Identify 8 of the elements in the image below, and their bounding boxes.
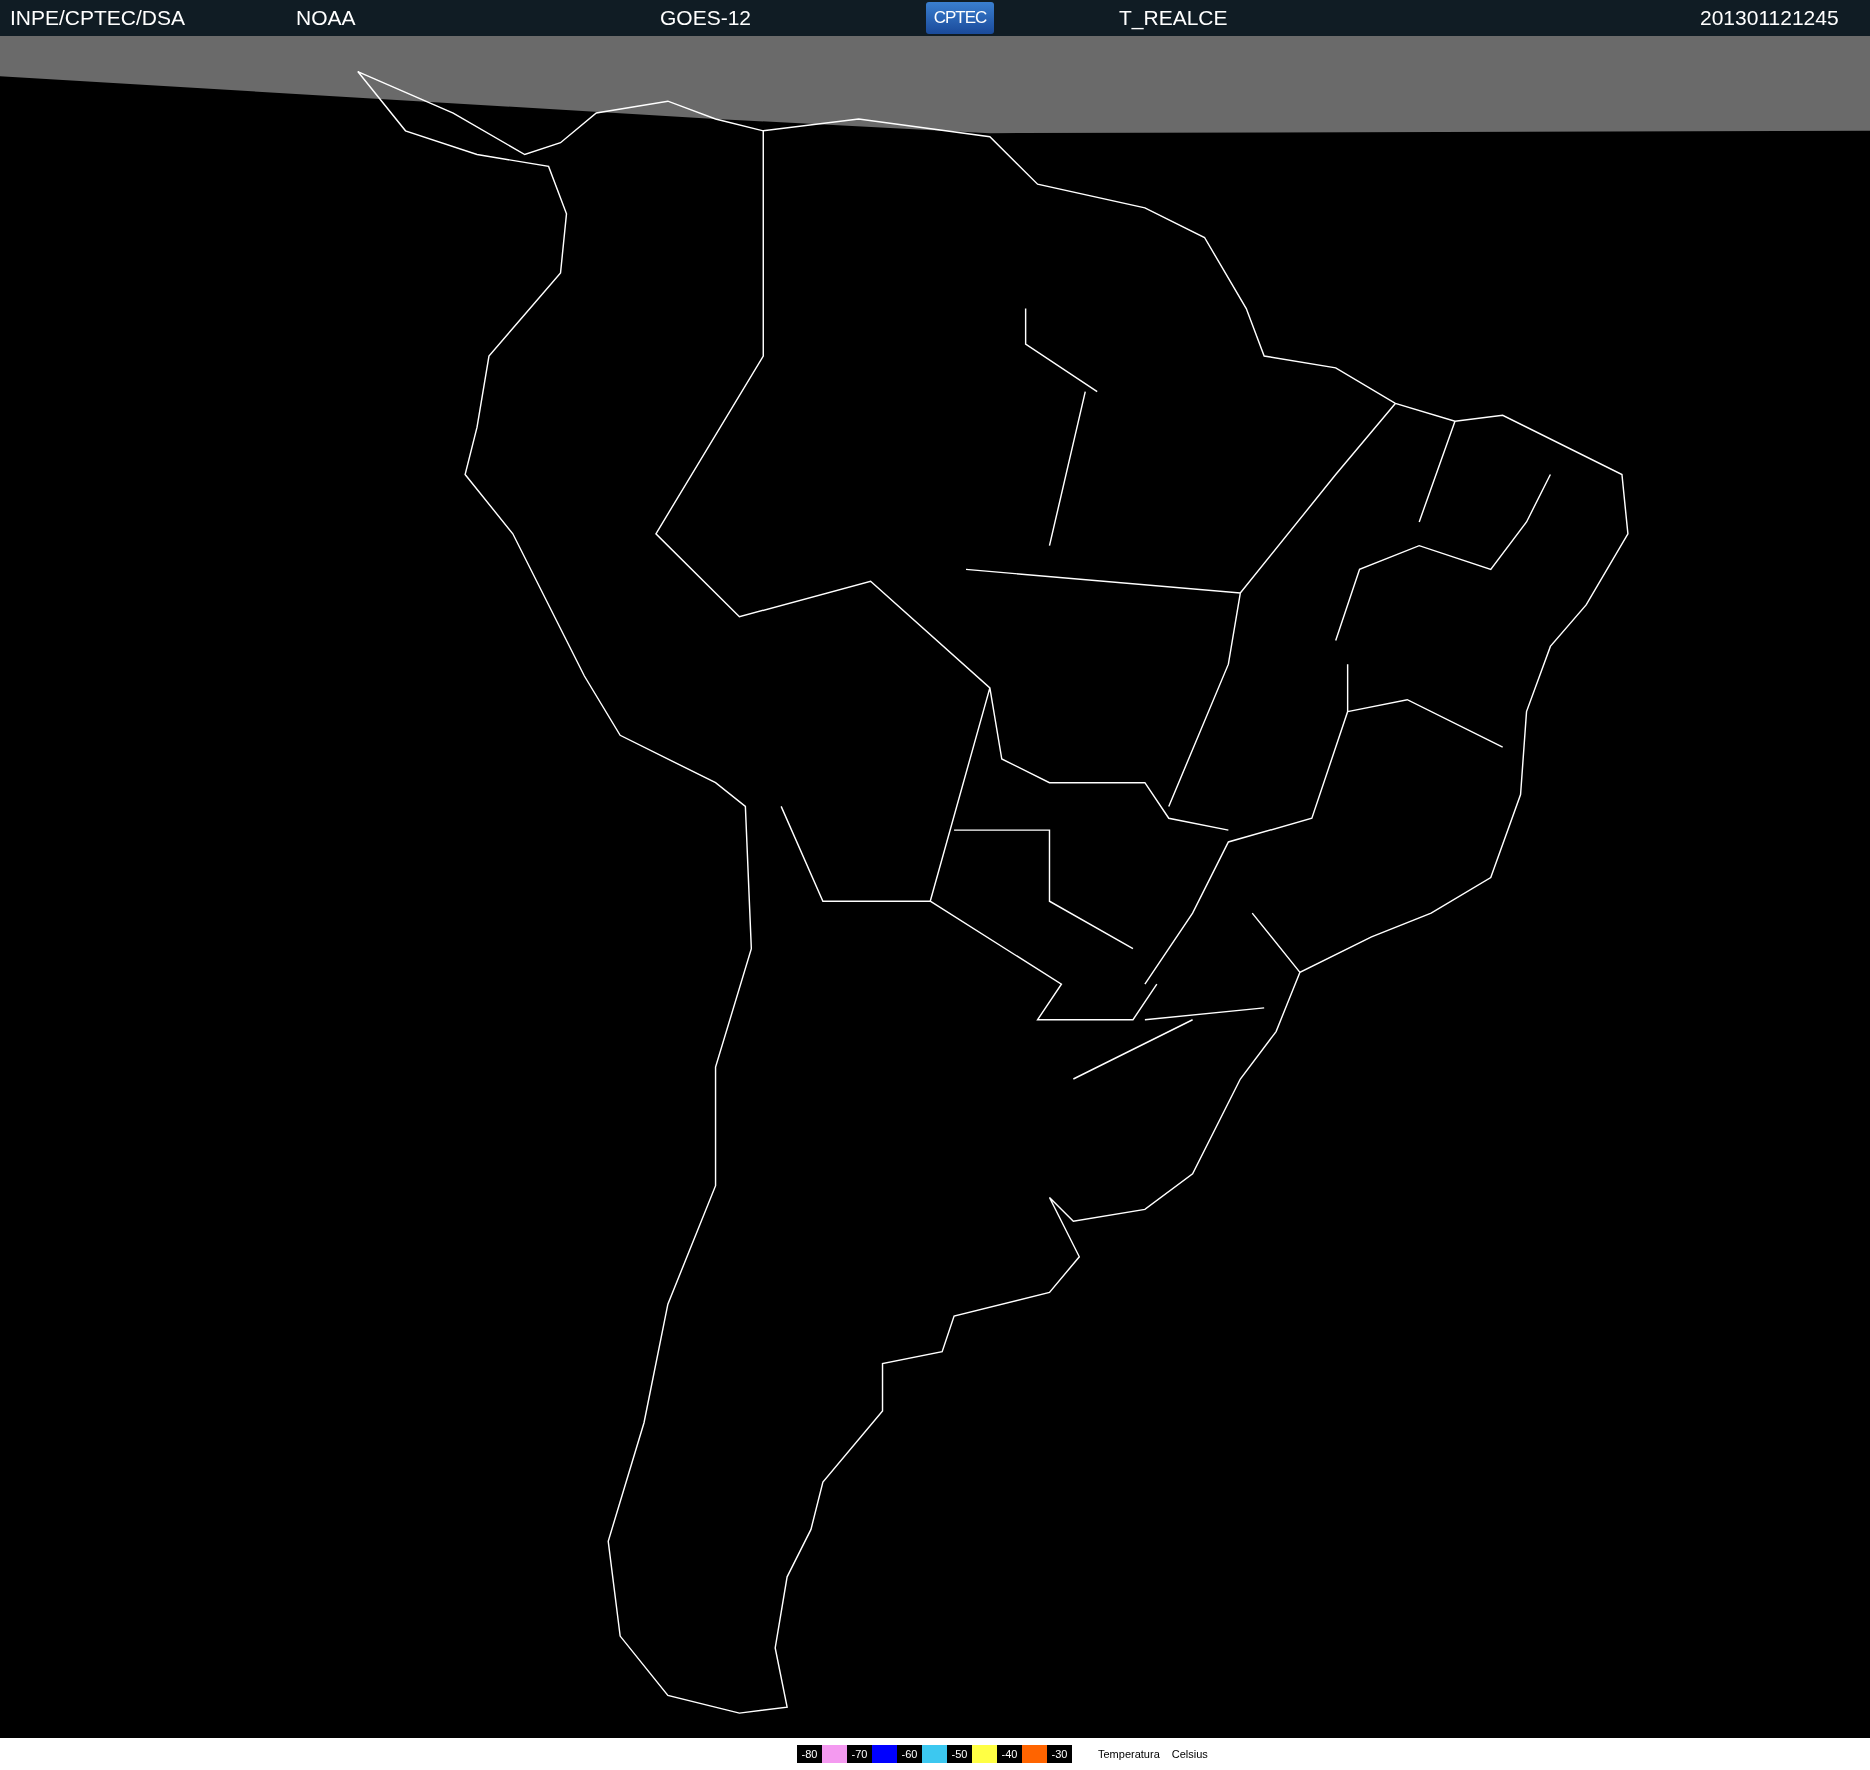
legend-unit: Celsius — [1171, 1748, 1208, 1760]
header-label: 201301121245 — [1700, 6, 1839, 30]
agency-logo: CPTEC — [926, 2, 994, 34]
header-label: INPE/CPTEC/DSA — [10, 6, 187, 30]
header-label: GOES-12 — [660, 6, 753, 30]
header-label: NOAA — [296, 6, 357, 30]
header-label: T_REALCE — [1119, 6, 1229, 30]
legend-title: Temperatura — [1098, 1748, 1160, 1760]
